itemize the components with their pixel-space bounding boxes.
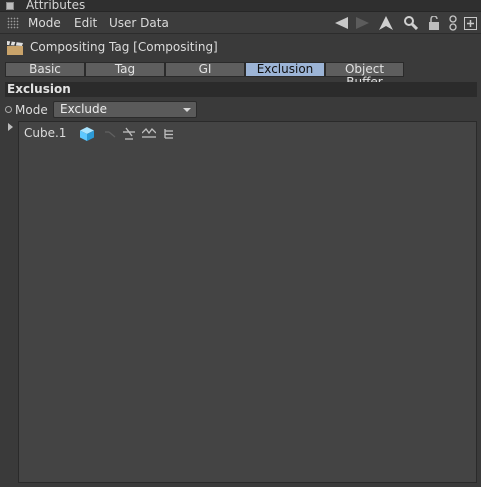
arrow-right-icon[interactable]: [354, 15, 370, 31]
mode-row: Mode Exclude: [0, 100, 481, 120]
link-icon[interactable]: [445, 15, 461, 31]
panel-title: Attributes: [26, 0, 86, 12]
tab-basic[interactable]: Basic: [5, 62, 85, 77]
shadow-icon[interactable]: [121, 126, 137, 142]
children-icon[interactable]: [161, 126, 177, 142]
tab-tag[interactable]: Tag: [85, 62, 165, 77]
cube-icon: [79, 126, 95, 142]
section-header: Exclusion: [5, 82, 477, 97]
panel-menu-icon[interactable]: [6, 2, 14, 10]
search-icon[interactable]: [403, 15, 419, 31]
menu-edit[interactable]: Edit: [74, 15, 97, 31]
tab-bar: Basic Tag GI Exclusion Object Buffer: [5, 62, 404, 89]
mode-label: Mode: [15, 103, 48, 117]
arrow-up-icon[interactable]: [378, 15, 394, 31]
tag-header: Compositing Tag [Compositing]: [0, 35, 481, 60]
tab-gi[interactable]: GI: [165, 62, 245, 77]
menubar: Mode Edit User Data: [0, 12, 481, 34]
tag-name: Compositing Tag [Compositing]: [30, 40, 218, 54]
exclusion-list[interactable]: Cube.1: [18, 121, 477, 483]
chevron-down-icon: [183, 108, 191, 112]
mode-dropdown[interactable]: Exclude: [53, 101, 197, 118]
menu-mode[interactable]: Mode: [28, 15, 61, 31]
tab-object-buffer[interactable]: Object Buffer: [325, 62, 404, 89]
section-title: Exclusion: [7, 82, 71, 96]
menu-user-data[interactable]: User Data: [109, 15, 169, 31]
new-window-icon[interactable]: [462, 15, 478, 31]
compositing-tag-icon: [7, 41, 23, 55]
tab-exclusion[interactable]: Exclusion: [245, 62, 325, 77]
animate-radio-icon[interactable]: [5, 106, 12, 113]
list-item-name: Cube.1: [24, 126, 67, 140]
hierarchy-off-icon[interactable]: [102, 126, 118, 142]
lighting-icon[interactable]: [141, 126, 157, 142]
lock-icon[interactable]: [426, 15, 442, 31]
grip-icon[interactable]: [7, 17, 19, 29]
list-expand-icon[interactable]: [8, 123, 13, 131]
arrow-left-icon[interactable]: [334, 15, 350, 31]
mode-value: Exclude: [60, 102, 108, 116]
panel-titlebar: Attributes: [0, 0, 481, 12]
